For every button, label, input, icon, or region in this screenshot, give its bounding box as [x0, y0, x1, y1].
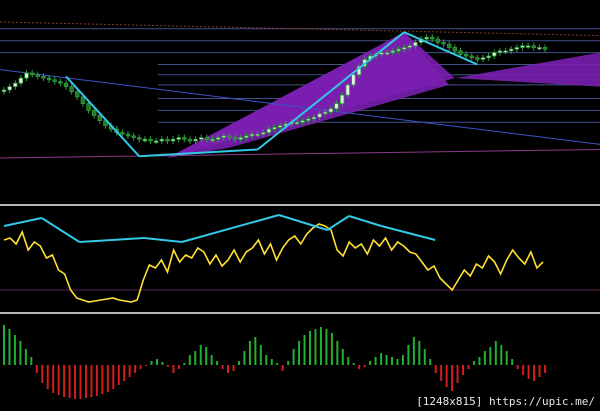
- candle-body: [142, 138, 148, 142]
- candle-body: [137, 137, 142, 140]
- candle-body: [69, 86, 74, 93]
- candle-body: [266, 128, 272, 133]
- candle-body: [210, 138, 215, 142]
- candle-body: [435, 38, 441, 43]
- candle-body: [514, 47, 520, 50]
- candle-body: [125, 133, 131, 137]
- candle-body: [244, 135, 249, 138]
- watermark-text: [1248x815] https://upic.me/: [414, 395, 597, 408]
- candle-body: [221, 135, 226, 138]
- candle-body: [63, 82, 69, 87]
- candle-body: [452, 47, 458, 52]
- candle-body: [75, 91, 80, 98]
- candle-body: [413, 42, 418, 47]
- candle-body: [18, 77, 24, 84]
- candle-body: [520, 45, 525, 48]
- candle-body: [311, 116, 317, 120]
- candle-body: [531, 45, 536, 48]
- candle-body: [339, 94, 345, 104]
- candle-body: [537, 47, 542, 50]
- candle-body: [29, 72, 35, 76]
- candle-body: [446, 43, 452, 48]
- candle-body: [401, 47, 407, 50]
- candle-body: [407, 45, 412, 48]
- candle-body: [153, 140, 159, 143]
- candle-body: [525, 45, 531, 48]
- candle-body: [182, 137, 187, 140]
- candle-body: [430, 36, 435, 40]
- candle-body: [176, 137, 181, 140]
- candle-body: [390, 50, 396, 54]
- candle-body: [46, 77, 52, 81]
- candle-body: [204, 137, 210, 140]
- candle-body: [159, 138, 164, 142]
- candle-body: [80, 96, 86, 105]
- candle-body: [272, 127, 277, 130]
- candle-body: [492, 52, 497, 57]
- candle-body: [165, 138, 170, 142]
- candle-body: [255, 133, 260, 137]
- candle-body: [1, 89, 7, 93]
- candle-body: [300, 120, 305, 123]
- candle-body: [249, 133, 255, 137]
- candle-body: [469, 55, 474, 59]
- candle-body: [148, 138, 153, 142]
- candle-body: [542, 47, 548, 50]
- candle-body: [261, 132, 266, 135]
- candle-body: [497, 50, 503, 54]
- candle-body: [215, 137, 221, 140]
- candle-body: [277, 125, 283, 128]
- candle-body: [41, 76, 46, 79]
- candle-body: [24, 72, 29, 79]
- candle-body: [441, 42, 446, 45]
- candle-body: [463, 53, 469, 57]
- candle-body: [193, 138, 198, 142]
- candle-body: [486, 55, 491, 59]
- candle-body: [86, 103, 91, 111]
- candle-body: [294, 121, 300, 125]
- candle-body: [385, 52, 390, 55]
- candle-body: [120, 132, 125, 135]
- candle-body: [170, 138, 176, 142]
- candle-body: [58, 81, 63, 84]
- candle-body: [379, 52, 384, 55]
- candle-body: [508, 48, 514, 52]
- candle-body: [306, 118, 311, 122]
- candle-body: [480, 57, 486, 60]
- candle-body: [458, 50, 463, 55]
- candle-body: [345, 84, 350, 96]
- candle-body: [52, 79, 57, 82]
- candle-body: [238, 137, 243, 140]
- candle-body: [199, 137, 204, 140]
- candle-body: [334, 103, 339, 110]
- candle-body: [351, 74, 356, 86]
- candle-body: [424, 36, 429, 40]
- candle-body: [91, 110, 97, 116]
- candle-body: [7, 86, 12, 91]
- candle-body: [503, 50, 508, 53]
- candle-body: [475, 57, 480, 60]
- forex-chart: [0, 0, 600, 411]
- candle-body: [232, 137, 238, 140]
- candle-body: [187, 138, 193, 142]
- candle-body: [328, 108, 334, 113]
- candle-body: [131, 135, 136, 138]
- candle-body: [317, 113, 322, 118]
- candle-body: [227, 135, 232, 138]
- candle-body: [323, 111, 328, 115]
- candle-body: [35, 74, 41, 77]
- candle-body: [97, 115, 103, 121]
- candle-body: [396, 48, 401, 52]
- candle-body: [13, 82, 18, 87]
